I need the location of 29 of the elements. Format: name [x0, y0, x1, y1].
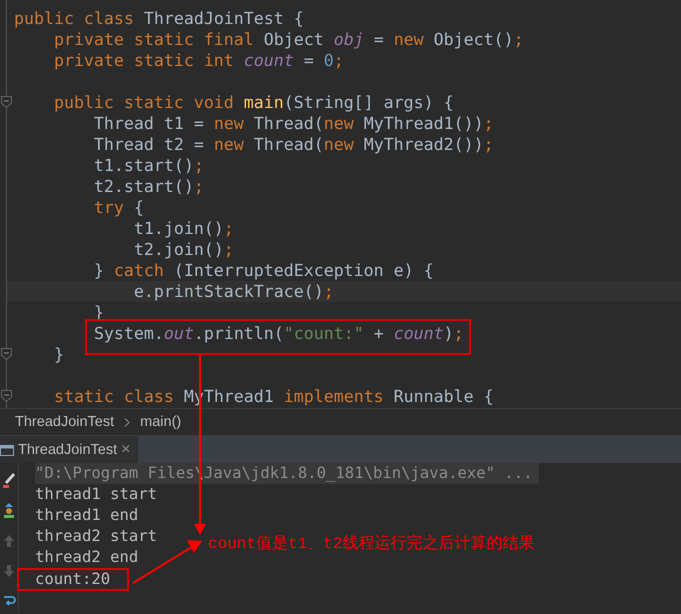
- code-line: t2.join();: [132, 239, 235, 260]
- window-icon: [0, 442, 14, 456]
- code-line: t1.start();: [92, 155, 205, 176]
- code-line: t1.join();: [132, 218, 235, 239]
- breadcrumb[interactable]: ThreadJoinTest: [15, 414, 114, 430]
- console-line: thread1 end: [35, 506, 138, 524]
- code-line: Thread t1 = new Thread(new MyThread1());: [92, 113, 495, 134]
- breadcrumb[interactable]: main(): [140, 414, 182, 430]
- layers-icon[interactable]: [2, 503, 16, 519]
- code-line: try {: [92, 197, 145, 218]
- code-line: public static void main(String[] args) {: [7, 92, 681, 113]
- code-line: } catch (InterruptedException e) {: [92, 260, 435, 281]
- code-line: private static int count = 0;: [52, 50, 345, 71]
- code-line: private static final Object obj = new Object();: [52, 29, 525, 50]
- tab-label: ThreadJoinTest: [18, 442, 118, 458]
- code-line: t2.start();: [92, 176, 205, 197]
- run-tab[interactable]: ThreadJoinTest ×: [0, 436, 138, 463]
- code-line: public class ThreadJoinTest {: [13, 8, 305, 29]
- chevron-icon: [124, 418, 130, 426]
- annotation-text: count值是t1、t2线程运行完之后计算的结果: [208, 534, 534, 554]
- console-line: thread2 start: [35, 527, 158, 545]
- console-line: thread2 end: [35, 548, 138, 566]
- close-button[interactable]: ×: [121, 440, 130, 458]
- wrench-icon[interactable]: [2, 473, 16, 489]
- fold-icon[interactable]: [1, 96, 12, 108]
- code-line: Thread t2 = new Thread(new MyThread2());: [92, 134, 495, 155]
- fold-icon[interactable]: [1, 348, 12, 360]
- console-line: thread1 start: [35, 485, 158, 503]
- fold-icon[interactable]: [1, 390, 12, 402]
